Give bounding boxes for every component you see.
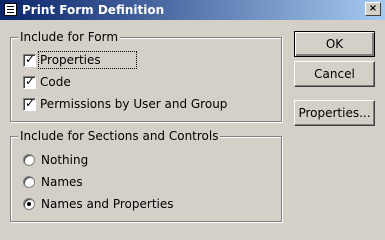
check-icon: ✓ xyxy=(25,74,36,88)
include-for-sections-group: Include for Sections and Controls Nothin… xyxy=(10,129,282,222)
close-button[interactable]: × xyxy=(365,2,381,16)
names-and-properties-radio[interactable] xyxy=(23,198,35,210)
properties-checkbox-label[interactable]: Properties xyxy=(38,51,137,69)
cancel-button[interactable]: Cancel xyxy=(294,61,375,87)
group-title-form: Include for Form xyxy=(18,30,121,44)
ok-button[interactable]: OK xyxy=(294,31,375,57)
names-radio-label[interactable]: Names xyxy=(41,174,83,190)
names-radio[interactable] xyxy=(23,176,35,188)
form-icon xyxy=(4,3,17,16)
code-checkbox[interactable]: ✓ xyxy=(23,74,36,89)
check-icon: ✓ xyxy=(25,96,36,110)
group-title-sections: Include for Sections and Controls xyxy=(18,129,221,143)
print-form-definition-dialog: Print Form Definition × Include for Form… xyxy=(0,0,385,235)
radio-selected-dot xyxy=(27,202,31,206)
code-checkbox-label[interactable]: Code xyxy=(40,74,71,90)
title-bar[interactable]: Print Form Definition × xyxy=(0,0,385,20)
check-icon: ✓ xyxy=(25,52,36,66)
properties-button[interactable]: Properties... xyxy=(294,100,375,126)
permissions-checkbox[interactable]: ✓ xyxy=(23,96,36,111)
nothing-radio-label[interactable]: Nothing xyxy=(41,152,88,168)
window-title: Print Form Definition xyxy=(22,3,165,17)
focus-rectangle xyxy=(38,51,137,69)
names-and-properties-radio-label[interactable]: Names and Properties xyxy=(41,196,174,212)
properties-checkbox[interactable]: ✓ xyxy=(23,52,36,67)
nothing-radio[interactable] xyxy=(23,154,35,166)
include-for-form-group: Include for Form ✓ Properties ✓ Code ✓ P… xyxy=(10,30,282,122)
permissions-checkbox-label[interactable]: Permissions by User and Group xyxy=(40,96,227,112)
